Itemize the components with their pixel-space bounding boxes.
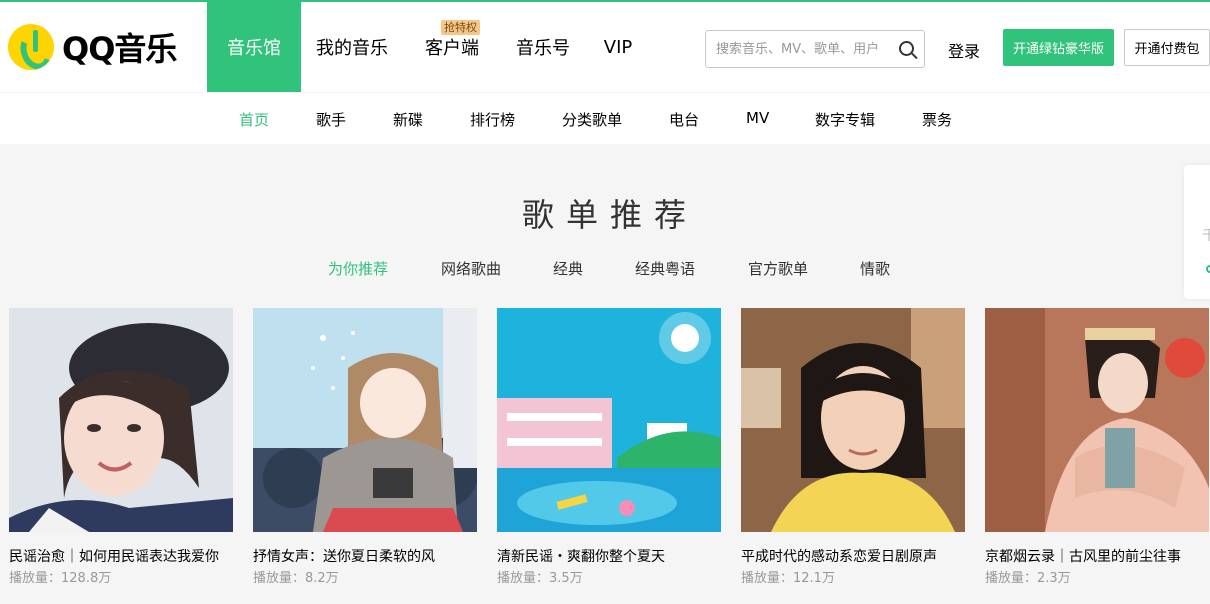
playlist-play-count: 播放量：2.3万 bbox=[985, 571, 1071, 586]
main-nav-item-music-account[interactable]: 音乐号 bbox=[501, 2, 585, 92]
playlist-card[interactable]: 民谣治愈｜如何用民谣表达我爱你 播放量：128.8万 bbox=[9, 308, 233, 587]
sub-nav-item-mv[interactable]: MV bbox=[746, 109, 769, 127]
main-nav-label: 我的音乐 bbox=[316, 38, 388, 59]
main-nav-item-my-music[interactable]: 我的音乐 bbox=[301, 2, 403, 92]
section-title: 歌单推荐 bbox=[521, 196, 698, 234]
top-header: QQ音乐 音乐馆 我的音乐 抢特权 客户端 音乐号 VIP 登录 开通绿钻豪华版… bbox=[0, 0, 1210, 92]
main-nav: 音乐馆 我的音乐 抢特权 客户端 音乐号 VIP bbox=[207, 2, 651, 92]
playlist-card[interactable]: 京都烟云录｜古风里的前尘往事 播放量：2.3万 bbox=[985, 308, 1209, 587]
login-link[interactable]: 登录 bbox=[948, 38, 980, 62]
qq-music-logo-icon bbox=[8, 24, 54, 70]
sub-nav-item-digital-album[interactable]: 数字专辑 bbox=[815, 109, 875, 130]
playlist-name[interactable]: 京都烟云录｜古风里的前尘往事 bbox=[985, 548, 1209, 566]
main-nav-label: 音乐馆 bbox=[227, 38, 281, 59]
playlist-card[interactable]: 平成时代的感动系恋爱日剧原声 播放量：12.1万 bbox=[741, 308, 965, 587]
playlist-name[interactable]: 民谣治愈｜如何用民谣表达我爱你 bbox=[9, 548, 233, 566]
privilege-badge: 抢特权 bbox=[441, 20, 480, 35]
playlist-play-count: 播放量：12.1万 bbox=[741, 571, 835, 586]
playlist-cover-image[interactable] bbox=[253, 308, 477, 532]
playlist-card[interactable]: 清新民谣・爽翻你整个夏天 播放量：3.5万 bbox=[497, 308, 721, 587]
paid-package-button[interactable]: 开通付费包 bbox=[1124, 29, 1210, 66]
main-nav-item-client[interactable]: 抢特权 客户端 bbox=[403, 2, 501, 92]
side-tab-glyph: 千 bbox=[1202, 228, 1210, 244]
sub-nav-item-category-playlist[interactable]: 分类歌单 bbox=[562, 109, 622, 130]
sub-nav-item-ranking[interactable]: 排行榜 bbox=[470, 109, 515, 130]
vip-luxury-button[interactable]: 开通绿钻豪华版 bbox=[1003, 29, 1114, 66]
logo-text: QQ音乐 bbox=[62, 30, 177, 68]
sub-nav-item-new-album[interactable]: 新碟 bbox=[393, 109, 423, 130]
side-floating-tab[interactable]: 千 bbox=[1184, 165, 1210, 299]
tab-classic-cantonese[interactable]: 经典粤语 bbox=[635, 258, 695, 279]
sub-nav-item-home[interactable]: 首页 bbox=[239, 109, 269, 130]
main-nav-label: VIP bbox=[603, 36, 633, 58]
tab-official-playlist[interactable]: 官方歌单 bbox=[748, 258, 808, 279]
side-tab-dot-icon bbox=[1206, 265, 1210, 273]
playlist-name[interactable]: 清新民谣・爽翻你整个夏天 bbox=[497, 548, 721, 566]
playlist-cover-image[interactable] bbox=[985, 308, 1209, 532]
sub-nav-item-singer[interactable]: 歌手 bbox=[316, 109, 346, 130]
tab-classic[interactable]: 经典 bbox=[553, 258, 583, 279]
main-nav-item-music-hall[interactable]: 音乐馆 bbox=[207, 2, 301, 92]
main-nav-label: 客户端 bbox=[425, 38, 479, 59]
sub-nav-item-radio[interactable]: 电台 bbox=[669, 109, 699, 130]
playlist-cover-image[interactable] bbox=[497, 308, 721, 532]
tab-love-songs[interactable]: 情歌 bbox=[860, 258, 890, 279]
playlist-play-count: 播放量：8.2万 bbox=[253, 571, 339, 586]
sub-nav: 首页 歌手 新碟 排行榜 分类歌单 电台 MV 数字专辑 票务 bbox=[0, 93, 1210, 144]
playlist-name[interactable]: 平成时代的感动系恋爱日剧原声 bbox=[741, 548, 965, 566]
search-box bbox=[705, 30, 925, 68]
sub-nav-item-tickets[interactable]: 票务 bbox=[922, 109, 952, 130]
search-icon[interactable] bbox=[899, 41, 914, 56]
logo[interactable]: QQ音乐 bbox=[8, 24, 177, 70]
playlist-play-count: 播放量：3.5万 bbox=[497, 571, 583, 586]
playlist-name[interactable]: 抒情女声：送你夏日柔软的风 bbox=[253, 548, 477, 566]
tab-internet-songs[interactable]: 网络歌曲 bbox=[441, 258, 501, 279]
playlist-cover-image[interactable] bbox=[9, 308, 233, 532]
playlist-play-count: 播放量：128.8万 bbox=[9, 571, 112, 586]
main-nav-item-vip[interactable]: VIP bbox=[585, 2, 651, 92]
playlist-cover-image[interactable] bbox=[741, 308, 965, 532]
search-input[interactable] bbox=[706, 32, 888, 66]
main-nav-label: 音乐号 bbox=[516, 38, 570, 59]
tab-recommended[interactable]: 为你推荐 bbox=[328, 258, 388, 279]
playlist-card[interactable]: 抒情女声：送你夏日柔软的风 播放量：8.2万 bbox=[253, 308, 477, 587]
